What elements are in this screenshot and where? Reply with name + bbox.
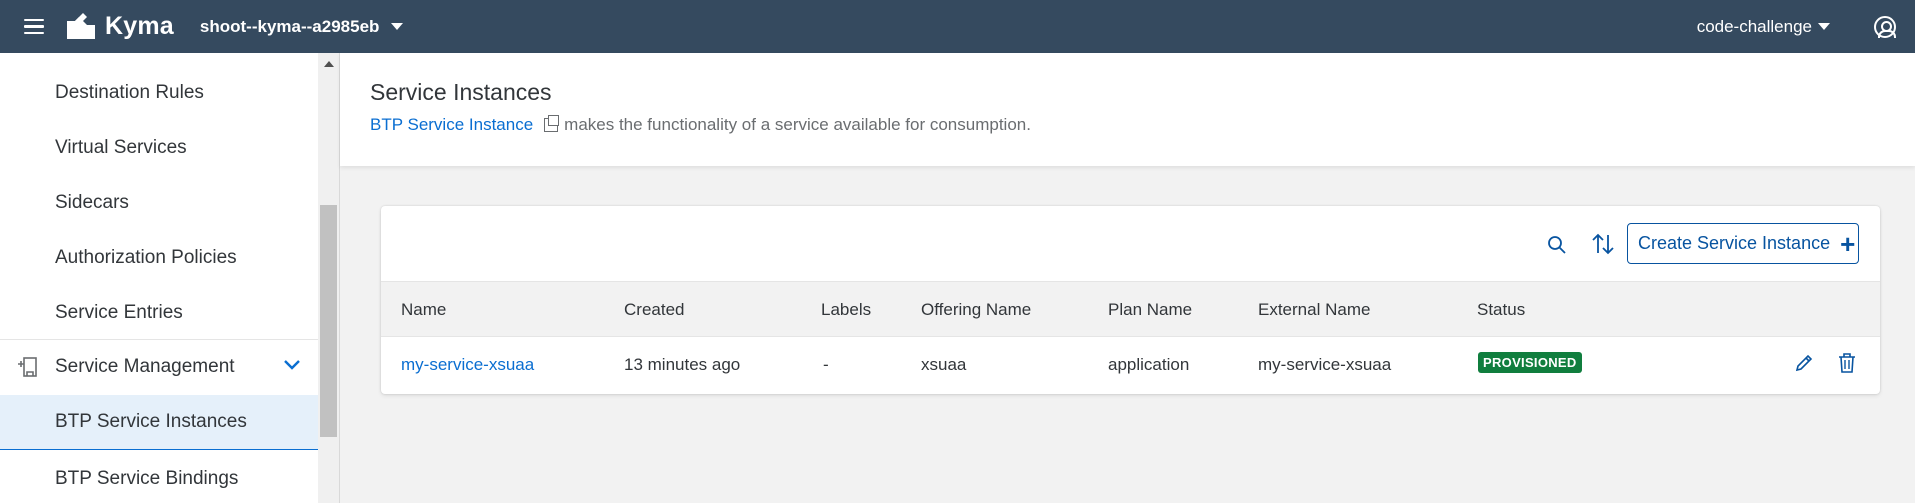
sidebar-item-btp-service-instances[interactable]: BTP Service Instances: [0, 395, 318, 450]
sidebar-item-label: Service Entries: [55, 301, 183, 323]
delete-icon[interactable]: [1837, 352, 1857, 374]
sidebar-item-destination-rules[interactable]: Destination Rules: [0, 65, 318, 120]
sidebar-item-label: Authorization Policies: [55, 246, 237, 268]
kyma-logo-icon: [67, 12, 95, 39]
sidebar-scrollbar[interactable]: [318, 53, 339, 503]
column-header-plan-name[interactable]: Plan Name: [1108, 300, 1192, 320]
sidebar-item-service-entries[interactable]: Service Entries: [0, 285, 318, 340]
column-header-created[interactable]: Created: [624, 300, 684, 320]
shellbar: Kyma shoot--kyma--a2985eb code-challenge: [0, 0, 1915, 53]
chevron-down-icon[interactable]: [283, 359, 301, 371]
sidebar-item-authorization-policies[interactable]: Authorization Policies: [0, 230, 318, 285]
column-header-labels[interactable]: Labels: [821, 300, 871, 320]
brand-name: Kyma: [105, 12, 174, 40]
cell-created: 13 minutes ago: [624, 355, 741, 374]
shell-actions: code-challenge: [1697, 15, 1915, 38]
column-header-offering-name[interactable]: Offering Name: [921, 300, 1031, 320]
cluster-name: shoot--kyma--a2985eb: [199, 16, 380, 36]
external-link-icon: [544, 115, 560, 132]
column-header-name[interactable]: Name: [401, 300, 446, 320]
cell-labels: -: [823, 355, 829, 374]
column-header-status[interactable]: Status: [1477, 300, 1525, 320]
sort-icon[interactable]: [1591, 233, 1615, 255]
kyma-logo[interactable]: Kyma: [65, 12, 174, 41]
create-service-instance-button[interactable]: Create Service Instance +: [1627, 223, 1859, 264]
page-title: Service Instances: [370, 79, 552, 105]
caret-down-icon: [1818, 23, 1830, 30]
cell-external-name: my-service-xsuaa: [1258, 355, 1392, 374]
page-description-text: makes the functionality of a service ava…: [564, 115, 1031, 134]
plus-icon: +: [1840, 228, 1856, 259]
context-dropdown[interactable]: code-challenge: [1697, 17, 1830, 37]
sidebar-group-service-management[interactable]: Service Management: [0, 339, 318, 394]
sidebar-item-label: BTP Service Instances: [55, 411, 247, 432]
scroll-up-arrow-icon[interactable]: [324, 61, 334, 67]
scrollbar-thumb[interactable]: [320, 205, 337, 437]
table-row[interactable]: my-service-xsuaa 13 minutes ago - xsuaa …: [381, 337, 1880, 392]
service-management-icon: [17, 355, 37, 379]
search-icon[interactable]: [1547, 235, 1567, 255]
sidebar-item-label: Virtual Services: [55, 136, 187, 158]
table-header: Name Created Labels Offering Name Plan N…: [381, 282, 1880, 337]
sidebar-item-label: Destination Rules: [55, 81, 204, 103]
sidebar-item-virtual-services[interactable]: Virtual Services: [0, 120, 318, 175]
cell-plan-name: application: [1108, 355, 1190, 374]
column-header-external-name[interactable]: External Name: [1258, 300, 1370, 320]
table-toolbar: Create Service Instance +: [381, 206, 1880, 282]
cell-name-link[interactable]: my-service-xsuaa: [401, 355, 534, 375]
service-instances-card: Create Service Instance + Name Created L…: [381, 206, 1880, 394]
sidebar-group-label: Service Management: [55, 356, 235, 377]
sidebar-item-sidecars[interactable]: Sidecars: [0, 175, 318, 230]
sidebar-item-label: Sidecars: [55, 191, 129, 213]
sidebar: Destination Rules Virtual Services Sidec…: [0, 53, 340, 503]
btp-service-instance-doc-link[interactable]: BTP Service Instance: [370, 115, 533, 135]
status-badge: PROVISIONED: [1478, 352, 1582, 373]
create-button-label: Create Service Instance: [1638, 233, 1831, 253]
sidebar-item-label: BTP Service Bindings: [55, 467, 239, 489]
caret-down-icon: [391, 23, 404, 30]
cluster-dropdown[interactable]: shoot--kyma--a2985eb: [200, 17, 404, 37]
page-description: BTP Service Instance makes the functiona…: [370, 115, 1031, 135]
page-header: Service Instances BTP Service Instance m…: [340, 53, 1915, 166]
user-profile-icon[interactable]: [1874, 15, 1896, 38]
hamburger-menu-icon[interactable]: [19, 12, 49, 42]
edit-icon[interactable]: [1794, 353, 1814, 373]
cell-offering-name: xsuaa: [921, 355, 967, 374]
sidebar-item-btp-service-bindings[interactable]: BTP Service Bindings: [0, 451, 318, 503]
context-name: code-challenge: [1696, 16, 1812, 36]
